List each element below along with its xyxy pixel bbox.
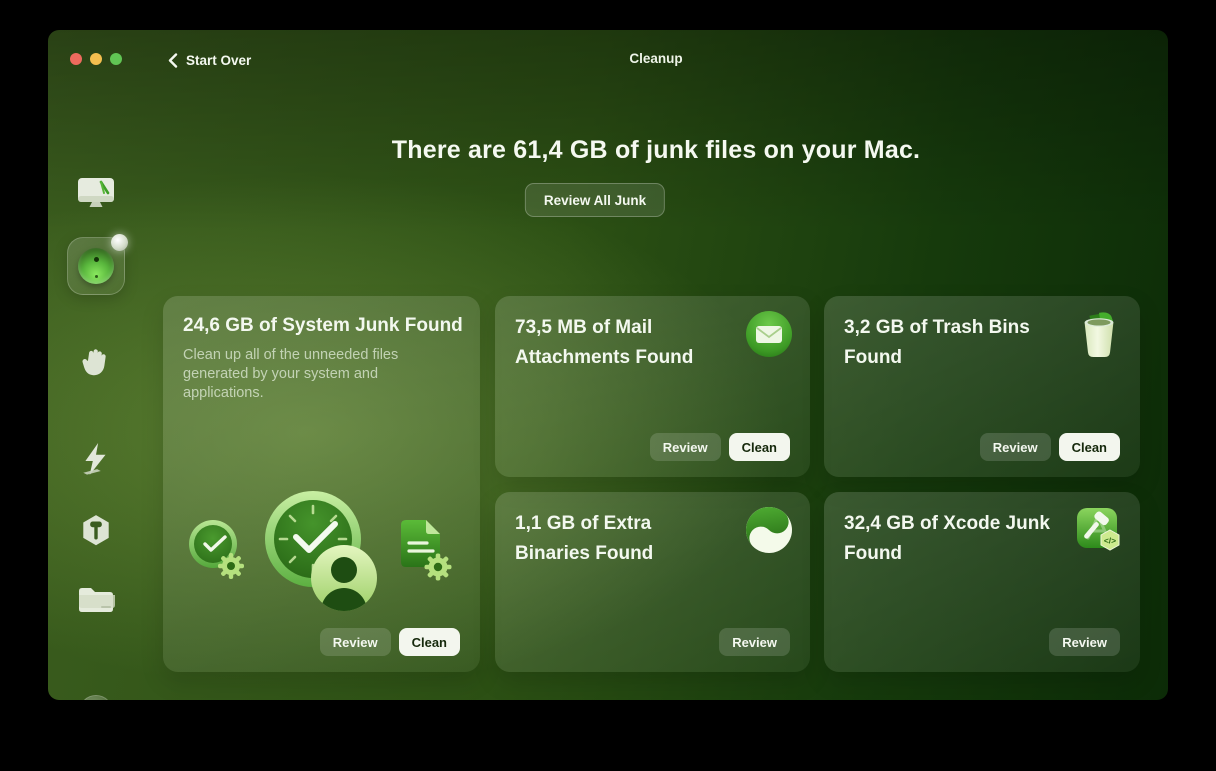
app-window: Start Over Cleanup There are 61,4 GB of …: [48, 30, 1168, 700]
card-title: 73,5 MB of Mail Attachments Found: [515, 317, 694, 368]
mail-envelope-circle-icon: [746, 311, 792, 357]
svg-text:</>: </>: [1104, 536, 1116, 546]
ball-chin-dot: [95, 275, 98, 278]
sidebar-item-applications[interactable]: [48, 513, 144, 549]
assistant-dots-icon: [79, 695, 113, 700]
card-mail-attachments: 73,5 MB of Mail Attachments Found Review…: [495, 296, 810, 477]
card-system-junk: 24,6 GB of System Junk Found Clean up al…: [163, 296, 480, 672]
notification-dot: [111, 234, 128, 251]
document-gear-icon: [400, 520, 451, 581]
clean-button[interactable]: Clean: [728, 433, 790, 461]
page-title: There are 61,4 GB of junk files on your …: [391, 136, 921, 164]
clean-button[interactable]: Clean: [1058, 433, 1120, 461]
cleanup-ball-icon: [78, 248, 114, 284]
folder-icon: [79, 588, 115, 612]
review-button[interactable]: Review: [979, 433, 1051, 461]
window-title: Cleanup: [629, 51, 683, 66]
small-clock-gear-icon: [188, 520, 244, 579]
titlebar: Start Over Cleanup: [48, 30, 1168, 90]
system-junk-illustration: [163, 486, 480, 616]
lightning-icon: [83, 443, 106, 475]
hexagon-hammer-icon: [83, 515, 109, 546]
card-extra-binaries: 1,1 GB of Extra Binaries Found Review: [495, 492, 810, 672]
review-button[interactable]: Review: [649, 433, 721, 461]
card-title: 3,2 GB of Trash Bins Found: [844, 317, 1030, 368]
assistant-button[interactable]: [48, 695, 144, 700]
card-xcode-junk: 32,4 GB of Xcode Junk Found </> Review: [824, 492, 1140, 672]
sidebar: [48, 90, 144, 700]
card-description: Clean up all of the unneeded files gener…: [183, 347, 399, 401]
review-button[interactable]: Review: [319, 628, 391, 656]
minimize-button[interactable]: [90, 53, 102, 65]
xcode-hammer-badge-icon: </>: [1077, 508, 1120, 551]
close-button[interactable]: [70, 53, 82, 65]
big-clock-user-icon: [264, 491, 377, 611]
sidebar-item-performance[interactable]: [48, 442, 144, 478]
ball-eye-dot: [94, 257, 99, 262]
card-title: 1,1 GB of Extra Binaries Found: [515, 513, 654, 564]
review-button[interactable]: Review: [719, 628, 790, 656]
hand-icon: [82, 349, 106, 376]
review-all-junk-button[interactable]: Review All Junk: [524, 183, 666, 217]
clean-button[interactable]: Clean: [398, 628, 460, 656]
trash-bin-icon: [1084, 312, 1114, 358]
card-title: 32,4 GB of Xcode Junk Found: [844, 513, 1050, 564]
card-title: 24,6 GB of System Junk Found: [183, 315, 463, 336]
review-button[interactable]: Review: [1049, 628, 1120, 656]
display-icon: [78, 178, 114, 207]
card-trash-bins: 3,2 GB of Trash Bins Found Review Clean: [824, 296, 1140, 477]
sidebar-item-protection[interactable]: [48, 345, 144, 381]
zoom-button[interactable]: [110, 53, 122, 65]
sidebar-item-cleanup[interactable]: [67, 234, 128, 295]
traffic-lights: [70, 53, 122, 65]
sidebar-item-smart-care[interactable]: [48, 175, 144, 211]
yin-yang-swirl-icon: [746, 507, 792, 553]
sidebar-item-files[interactable]: [48, 583, 144, 615]
